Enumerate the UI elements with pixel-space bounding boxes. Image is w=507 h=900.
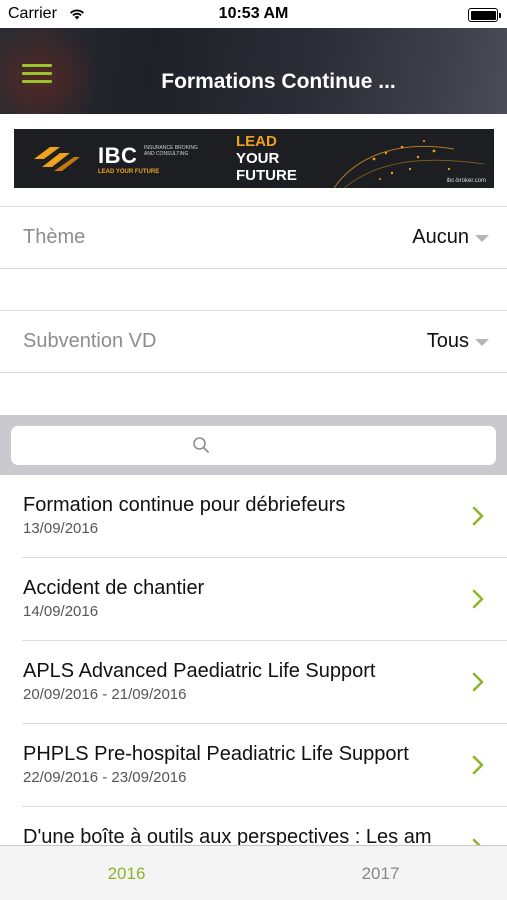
chevron-right-icon [472,589,484,609]
clock: 10:53 AM [218,5,289,22]
banner-url: ibc-broker.com [446,178,486,184]
chevron-right-icon [472,672,484,692]
list-item-title: Formation continue pour débriefeurs [23,494,346,516]
banner-brand: IBC [98,143,138,168]
search-bar [0,415,507,475]
search-icon [193,437,209,453]
list-item-date: 14/09/2016 [23,603,99,620]
dropdown-caret-icon [475,339,489,346]
list-item-date: 22/09/2016 - 23/09/2016 [23,769,187,786]
divider [0,372,507,373]
list-item[interactable]: Formation continue pour débriefeurs 13/0… [0,475,507,558]
list-item-date: 13/09/2016 [23,520,99,537]
battery-icon [468,8,501,22]
filter-theme[interactable]: Thème Aucun [0,207,507,269]
dropdown-caret-icon [475,235,489,242]
navigation-bar: Formations Continue ... [0,28,507,114]
list-item-title: PHPLS Pre-hospital Peadiatric Life Suppo… [23,743,409,765]
tab-2017[interactable]: 2017 [254,846,507,900]
banner-headline-line1: LEAD [236,133,277,150]
ibc-logo-icon [34,147,80,171]
hamburger-menu-icon[interactable] [22,64,52,86]
list-item[interactable]: APLS Advanced Paediatric Life Support 20… [0,641,507,724]
list-item-title: APLS Advanced Paediatric Life Support [23,660,376,682]
filter-subvention[interactable]: Subvention VD Tous [0,311,507,373]
filter-theme-label: Thème [23,226,86,248]
divider [0,268,507,269]
filter-theme-value: Aucun [412,226,469,248]
tab-2016[interactable]: 2016 [0,846,253,900]
list-item[interactable]: Accident de chantier 14/09/2016 [0,558,507,641]
filter-subvention-label: Subvention VD [23,330,157,352]
banner-brand-subtitle: INSURANCE BROKING AND CONSULTING [144,145,198,157]
page-title: Formations Continue ... [161,70,396,93]
list-item-title: Accident de chantier [23,577,205,599]
ad-banner[interactable]: IBC INSURANCE BROKING AND CONSULTING LEA… [14,129,494,188]
list-item-date: 20/09/2016 - 21/09/2016 [23,686,187,703]
chevron-right-icon [472,755,484,775]
search-input[interactable] [11,426,496,465]
status-bar: Carrier 10:53 AM [0,0,507,28]
banner-headline-line3: FUTURE [236,167,297,184]
banner-tagline: LEAD YOUR FUTURE [98,169,160,175]
banner-headline-line2: YOUR [236,150,280,167]
banner-headline: LEAD YOUR FUTURE [236,133,297,184]
filter-subvention-value: Tous [426,330,469,352]
list-item[interactable]: PHPLS Pre-hospital Peadiatric Life Suppo… [0,724,507,807]
tab-bar: 2016 2017 [0,845,507,900]
chevron-right-icon [472,506,484,526]
